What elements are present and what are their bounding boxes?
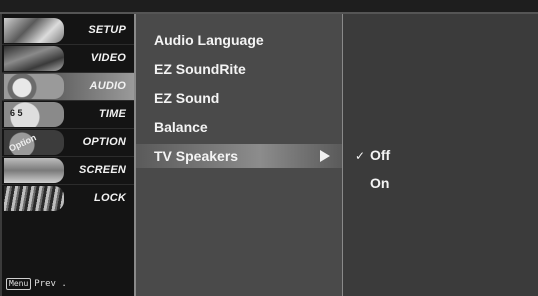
submenu-item-balance[interactable]: Balance [154,119,208,135]
top-bar [0,0,538,14]
submenu-item-label: TV Speakers [154,148,239,164]
setup-icon [4,18,64,43]
video-icon [4,46,64,71]
sidebar-item-lock[interactable]: LOCK [2,185,134,212]
arrow-right-icon [320,150,330,162]
option-on[interactable]: On [370,175,389,191]
option-icon-text: Option [7,132,38,154]
tv-menu-screen: SETUP VIDEO AUDIO 6 5 TIME Option OPTION [0,0,538,296]
sidebar-item-setup[interactable]: SETUP [2,17,134,44]
checkmark-icon: ✓ [355,149,366,163]
main-menu-sidebar: SETUP VIDEO AUDIO 6 5 TIME Option OPTION [2,14,136,296]
screen-icon [4,158,64,183]
time-icon: 6 5 [4,102,64,127]
sidebar-item-label: OPTION [82,136,126,148]
prev-label: Prev . [34,279,67,289]
prev-hint[interactable]: Menu Prev . [6,278,67,290]
submenu-item-ez-soundrite[interactable]: EZ SoundRite [154,61,246,77]
option-off[interactable]: Off [370,147,390,163]
sidebar-item-label: SCREEN [78,164,126,176]
menu-key-icon: Menu [6,278,32,290]
sidebar-item-label: TIME [98,108,126,120]
audio-submenu: Audio Language EZ SoundRite EZ Sound Bal… [136,14,343,296]
sidebar-item-video[interactable]: VIDEO [2,45,134,72]
tv-speakers-options: ✓ Off On [343,14,538,296]
sidebar-item-screen[interactable]: SCREEN [2,157,134,184]
sidebar-item-label: VIDEO [90,52,126,64]
sidebar-item-time[interactable]: 6 5 TIME [2,101,134,128]
audio-icon [4,74,64,99]
sidebar-item-label: AUDIO [89,80,126,92]
lock-icon [4,186,64,211]
sidebar-item-option[interactable]: Option OPTION [2,129,134,156]
option-icon: Option [4,130,64,155]
submenu-item-audio-language[interactable]: Audio Language [154,32,264,48]
sidebar-item-label: LOCK [94,192,126,204]
sidebar-item-audio[interactable]: AUDIO [2,73,134,100]
submenu-item-tv-speakers[interactable]: TV Speakers [136,144,342,168]
time-icon-numerals: 6 5 [10,108,23,118]
sidebar-item-label: SETUP [88,24,126,36]
submenu-item-ez-sound[interactable]: EZ Sound [154,90,219,106]
